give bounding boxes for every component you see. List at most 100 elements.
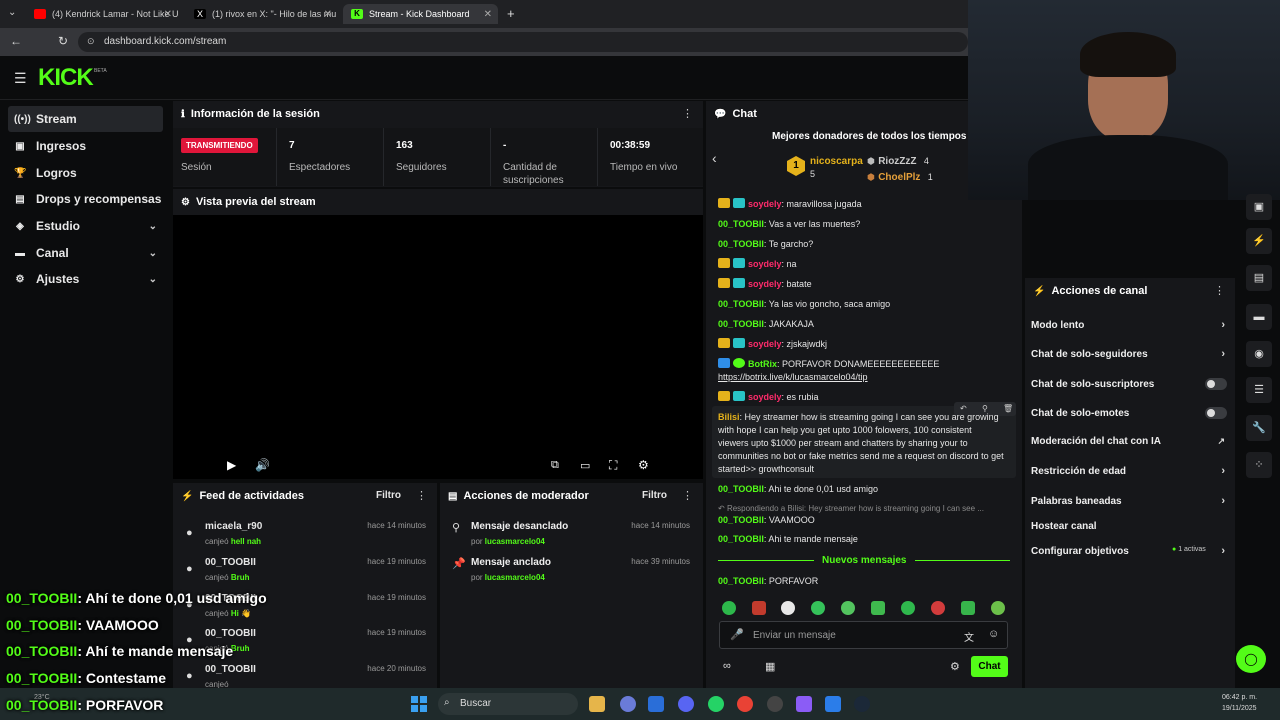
mod-user[interactable]: lucasmarcelo04 [485, 537, 545, 546]
taskbar-search[interactable]: ⌕ Buscar [438, 693, 578, 715]
new-messages-label[interactable]: Nuevos mensajes [814, 555, 915, 566]
theater-icon[interactable]: ▭ [580, 459, 590, 472]
chat-user[interactable]: soydely [748, 199, 782, 209]
mic-icon[interactable]: 🎤 [730, 628, 744, 641]
kick-logo[interactable]: KICK [38, 64, 94, 92]
chat-user[interactable]: 00_TOOBII [718, 219, 764, 229]
chat-user[interactable]: soydely [748, 259, 782, 269]
chat-user[interactable]: Bilisi [718, 412, 740, 422]
store-app-icon[interactable] [825, 696, 841, 712]
chat-input[interactable]: 🎤 Enviar un mensaje 文 ☺ [719, 621, 1008, 649]
settings-icon[interactable]: ⚙ [638, 458, 649, 472]
chat-settings-icon[interactable]: ⚙ [950, 660, 960, 673]
filter-button[interactable]: Filtro [642, 490, 667, 501]
browser-tab-kick[interactable]: K Stream - Kick Dashboard ✕ [343, 4, 498, 24]
chat-link[interactable]: https://botrix.live/k/lucasmarcelo04/tip [718, 372, 868, 382]
emote-icon[interactable] [752, 601, 766, 615]
close-tab-icon[interactable]: ✕ [484, 9, 492, 20]
browser-tab-x[interactable]: X (1) rivox en X: "- Hilo de las mu ✕ [186, 4, 338, 24]
filter-button[interactable]: Filtro [376, 490, 401, 501]
steam-icon[interactable] [854, 696, 870, 712]
rail-chat-button[interactable]: ▬ [1246, 304, 1272, 330]
chat-user[interactable]: 00_TOOBII [718, 299, 764, 309]
sidebar-item-ingresos[interactable]: ▣ Ingresos [8, 133, 163, 159]
emoji-icon[interactable]: ☺ [988, 628, 999, 640]
video-player[interactable]: ▶ 🔊 ⧉ ▭ ⛶ ⚙ [173, 215, 703, 479]
rail-mod-button[interactable]: ☰ [1246, 377, 1272, 403]
chat-user[interactable]: 00_TOOBII [718, 515, 764, 525]
sidebar-item-ajustes[interactable]: ⚙ Ajustes ⌄ [8, 266, 163, 292]
pip-icon[interactable]: ⧉ [551, 459, 559, 472]
more-options-icon[interactable]: ⋮ [1214, 284, 1225, 297]
sidebar-item-drops[interactable]: ▤ Drops y recompensas [8, 186, 163, 212]
feed-user[interactable]: 00_TOOBII [205, 628, 256, 639]
subscribers-only-toggle[interactable] [1205, 378, 1227, 390]
mod-user[interactable]: lucasmarcelo04 [485, 573, 545, 582]
chevron-left-icon[interactable]: ‹ [712, 150, 717, 166]
taskbar-date[interactable]: 19/11/2025 [1222, 705, 1257, 712]
reply-text[interactable]: Respondiendo a Bilisi: Hey streamer how … [727, 504, 984, 513]
sidebar-item-estudio[interactable]: ◈ Estudio ⌄ [8, 213, 163, 239]
sidebar-item-stream[interactable]: ((•)) Stream [8, 106, 163, 132]
rail-flash-button[interactable]: ⚡ [1246, 228, 1272, 254]
tab-list-icon[interactable]: ⌄ [8, 7, 16, 18]
browser-tab-youtube[interactable]: (4) Kendrick Lamar - Not Like U ✕ [26, 4, 178, 24]
whatsapp-icon[interactable] [708, 696, 724, 712]
chat-user[interactable]: 00_TOOBII [718, 319, 764, 329]
chat-user[interactable]: soydely [748, 339, 782, 349]
donor-name[interactable]: RiozZzZ [878, 156, 916, 167]
close-tab-icon[interactable]: ✕ [164, 9, 172, 20]
emote-icon[interactable] [781, 601, 795, 615]
rail-tools-button[interactable]: 🔧 [1246, 415, 1272, 441]
action-goals[interactable]: Configurar objetivos ● 1 activas › [1031, 541, 1229, 561]
translate-icon[interactable]: 文 [964, 629, 974, 644]
photos-icon[interactable] [648, 696, 664, 712]
fullscreen-icon[interactable]: ⛶ [609, 458, 617, 473]
chat-send-button[interactable]: Chat [971, 656, 1008, 677]
action-followers-only[interactable]: Chat de solo-seguidores › [1031, 344, 1229, 364]
emote-icon[interactable] [722, 601, 736, 615]
site-info-icon[interactable]: ⊙ [87, 36, 95, 47]
action-ai-moderation[interactable]: Moderación del chat con IA ↗ [1031, 431, 1229, 451]
action-age-restriction[interactable]: Restricción de edad › [1031, 461, 1229, 481]
action-host-channel[interactable]: Hostear canal [1031, 516, 1229, 536]
action-slow-mode[interactable]: Modo lento › [1031, 315, 1229, 335]
donor-name[interactable]: nicoscarpa [810, 156, 863, 167]
chat-user[interactable]: 00_TOOBII [718, 576, 764, 586]
rewards-icon[interactable]: ∞ [723, 660, 731, 672]
donor-name[interactable]: ChoelPlz [878, 172, 920, 183]
delete-icon[interactable]: 🗑 [1003, 404, 1013, 413]
chat-user[interactable]: soydely [748, 392, 782, 402]
file-explorer-icon[interactable] [589, 696, 605, 712]
menu-icon[interactable]: ☰ [14, 70, 27, 87]
sidebar-item-logros[interactable]: 🏆 Logros [8, 160, 163, 186]
reload-icon[interactable]: ↻ [58, 34, 68, 48]
address-bar[interactable]: ⊙ dashboard.kick.com/stream [78, 32, 968, 52]
feed-user[interactable]: micaela_r90 [205, 521, 262, 532]
rail-layout-button[interactable]: ▣ [1246, 194, 1272, 220]
obs-icon[interactable] [767, 696, 783, 712]
chat-user[interactable]: BotRix [748, 359, 777, 369]
rail-notes-button[interactable]: ▤ [1246, 265, 1272, 291]
chrome-icon[interactable] [737, 696, 753, 712]
chat-user[interactable]: 00_TOOBII [718, 534, 764, 544]
floating-chat-bubble[interactable]: ◯ [1236, 645, 1266, 673]
sidebar-item-canal[interactable]: ▬ Canal ⌄ [8, 240, 163, 266]
start-button[interactable] [411, 696, 427, 712]
emote-icon[interactable] [901, 601, 915, 615]
emote-icon[interactable] [841, 601, 855, 615]
rail-more-button[interactable]: ⁘ [1246, 452, 1272, 478]
rail-live-button[interactable]: ◉ [1246, 341, 1272, 367]
new-tab-icon[interactable]: + [507, 6, 515, 21]
discord-icon[interactable] [678, 696, 694, 712]
action-banned-words[interactable]: Palabras baneadas › [1031, 491, 1229, 511]
more-options-icon[interactable]: ⋮ [682, 107, 693, 120]
emote-icon[interactable] [931, 601, 945, 615]
chat-user[interactable]: soydely [748, 279, 782, 289]
more-options-icon[interactable]: ⋮ [416, 489, 427, 502]
emotes-only-toggle[interactable] [1205, 407, 1227, 419]
app-icon[interactable] [796, 696, 812, 712]
chat-user[interactable]: 00_TOOBII [718, 239, 764, 249]
taskbar-time[interactable]: 06:42 p. m. [1222, 694, 1257, 701]
emote-icon[interactable] [991, 601, 1005, 615]
